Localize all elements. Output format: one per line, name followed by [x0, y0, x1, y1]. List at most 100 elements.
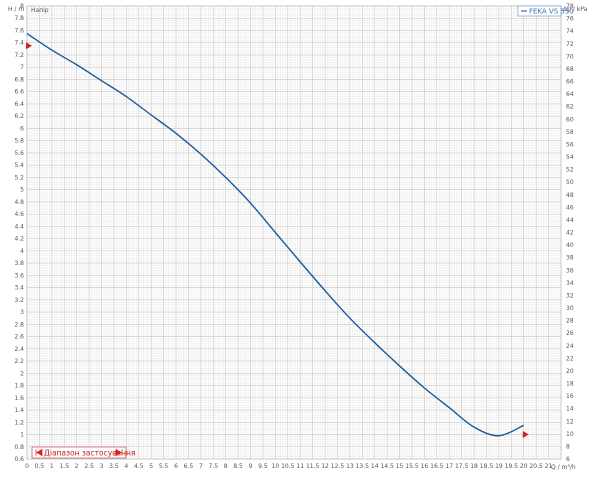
x-tick-label: 6.5 — [184, 463, 194, 470]
y-right-tick-label: 26 — [566, 330, 574, 337]
x-tick-label: 10.5 — [281, 463, 295, 470]
y-left-tick-label: 7.4 — [14, 40, 24, 47]
x-tick-label: 19 — [495, 463, 503, 470]
y-left-tick-label: 1.6 — [14, 395, 24, 402]
y-axis-left-label: H / m — [8, 6, 24, 13]
y-right-tick-label: 30 — [566, 305, 574, 312]
y-left-tick-label: 3 — [20, 309, 24, 316]
y-left-tick-label: 2.2 — [14, 358, 24, 365]
x-tick-label: 17 — [445, 463, 453, 470]
x-tick-label: 16 — [421, 463, 429, 470]
x-tick-label: 6 — [174, 463, 178, 470]
y-left-tick-label: 6.6 — [14, 89, 24, 96]
x-tick-label: 12.5 — [331, 463, 345, 470]
y-right-tick-label: 58 — [566, 129, 574, 136]
x-tick-label: 5 — [149, 463, 153, 470]
y-left-tick-label: 6.2 — [14, 113, 24, 120]
y-right-tick-label: 14 — [566, 406, 574, 413]
x-tick-label: 12 — [321, 463, 329, 470]
y-right-tick-label: 38 — [566, 255, 574, 262]
x-tick-label: 7.5 — [209, 463, 219, 470]
y-left-tick-label: 4 — [20, 248, 24, 255]
y-right-tick-label: 8 — [566, 443, 570, 450]
x-tick-label: 14.5 — [380, 463, 394, 470]
pump-curve-chart: 0 0.5 1 1.5 2 2.5 3 3.5 4 4.5 5 5.5 6 6.5 7 7.5 8 8.5 9 9.5… — [8, 3, 588, 471]
application-range-box[interactable]: Діапазон застосування — [31, 446, 135, 459]
x-tick-label: 20.5 — [529, 463, 543, 470]
y-right-tick-label: 62 — [566, 104, 574, 111]
x-tick-label: 18.5 — [480, 463, 494, 470]
y-left-tick-label: 6.4 — [14, 101, 24, 108]
y-left-tick-label: 1.4 — [14, 407, 24, 414]
x-tick-label: 11 — [296, 463, 304, 470]
x-tick-label: 17.5 — [455, 463, 469, 470]
y-left-tick-label: 7.6 — [14, 27, 24, 34]
y-left-tick-label: 4.2 — [14, 236, 24, 243]
x-tick-label: 13 — [346, 463, 354, 470]
y-left-tick-label: 2 — [20, 370, 24, 377]
x-tick-label: 2 — [75, 463, 79, 470]
y-left-tick-label: 5.2 — [14, 174, 24, 181]
x-tick-label: 1.5 — [59, 463, 69, 470]
y-right-tick-label: 24 — [566, 343, 574, 350]
x-tick-label: 11.5 — [306, 463, 320, 470]
y-right-tick-labels: 6810121416182022242628303234363840424446… — [566, 3, 574, 463]
y-left-tick-label: 0.6 — [14, 456, 24, 463]
y-right-tick-label: 22 — [566, 355, 574, 362]
x-tick-label: 18 — [470, 463, 478, 470]
y-right-tick-label: 10 — [566, 431, 574, 438]
y-left-tick-label: 7 — [20, 64, 24, 71]
y-left-tick-label: 3.2 — [14, 297, 24, 304]
y-left-tick-labels: 0.6 0.8 1 1.2 1.4 1.6 1.8 2 2.2 2.4 2.6 2.8 3 3.2 3.4 3… — [14, 3, 24, 463]
x-tick-label: 10 — [272, 463, 280, 470]
y-right-tick-label: 42 — [566, 230, 574, 237]
y-left-tick-label: 6 — [20, 125, 24, 132]
y-left-tick-label: 1 — [20, 432, 24, 439]
x-tick-label: 5.5 — [159, 463, 169, 470]
x-tick-label: 4 — [124, 463, 128, 470]
legend-label: FEKA VS 550 — [529, 8, 574, 16]
x-tick-labels: 0 0.5 1 1.5 2 2.5 3 3.5 4 4.5 5 5.5 6 6.5 7 7.5 8 8.5 9 9.5… — [25, 463, 552, 470]
y-right-tick-label: 76 — [566, 16, 574, 23]
y-left-tick-label: 1.8 — [14, 383, 24, 390]
y-left-tick-label: 4.4 — [14, 223, 24, 230]
y-right-tick-label: 74 — [566, 28, 574, 35]
x-tick-label: 4.5 — [134, 463, 144, 470]
y-right-tick-label: 6 — [566, 456, 570, 463]
x-tick-label: 19.5 — [505, 463, 519, 470]
y-right-tick-label: 40 — [566, 242, 574, 249]
y-right-tick-label: 52 — [566, 167, 574, 174]
plot-background — [26, 5, 562, 460]
y-right-tick-label: 60 — [566, 116, 574, 123]
x-tick-label: 8 — [224, 463, 228, 470]
x-tick-label: 9 — [249, 463, 253, 470]
x-tick-label: 0.5 — [35, 463, 45, 470]
y-left-tick-label: 3.4 — [14, 285, 24, 292]
y-right-tick-label: 54 — [566, 154, 574, 161]
y-left-tick-label: 5.8 — [14, 138, 24, 145]
y-right-tick-label: 64 — [566, 91, 574, 98]
y-right-tick-label: 72 — [566, 41, 574, 48]
x-tick-label: 9.5 — [258, 463, 268, 470]
y-right-tick-label: 18 — [566, 381, 574, 388]
y-right-tick-label: 16 — [566, 393, 574, 400]
y-right-tick-label: 36 — [566, 267, 574, 274]
x-axis-label: Q / m³/h — [551, 464, 576, 471]
y-right-tick-label: 20 — [566, 368, 574, 375]
y-left-tick-label: 3.8 — [14, 260, 24, 267]
y-left-tick-label: 0.8 — [14, 444, 24, 451]
y-right-tick-label: 48 — [566, 192, 574, 199]
y-left-tick-label: 2.4 — [14, 346, 24, 353]
y-left-tick-label: 5.4 — [14, 162, 24, 169]
y-right-tick-label: 68 — [566, 66, 574, 73]
y-right-tick-label: 56 — [566, 141, 574, 148]
y-right-tick-label: 70 — [566, 53, 574, 60]
y-right-tick-label: 32 — [566, 292, 574, 299]
x-tick-label: 8.5 — [233, 463, 243, 470]
y-left-tick-label: 4.8 — [14, 199, 24, 206]
y-right-tick-label: 50 — [566, 179, 574, 186]
y-left-tick-label: 5.6 — [14, 150, 24, 157]
x-tick-label: 3 — [100, 463, 104, 470]
x-tick-label: 2.5 — [84, 463, 94, 470]
y-left-tick-label: 2.6 — [14, 334, 24, 341]
